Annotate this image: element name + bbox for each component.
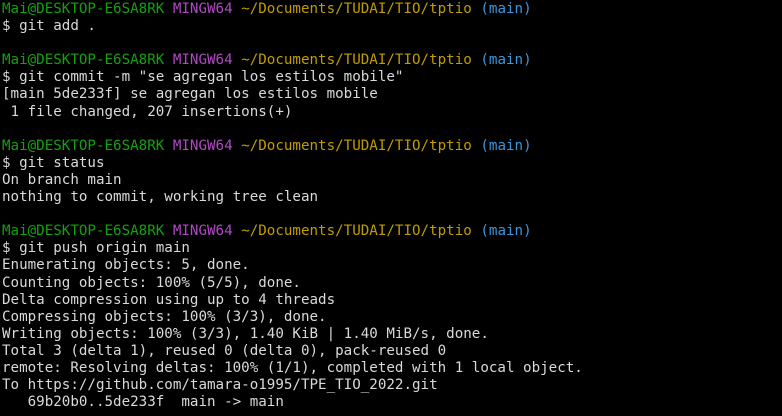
output-line: Counting objects: 100% (5/5), done. [2,274,301,291]
command-block: Mai@DESKTOP-E6SA8RK MINGW64 ~/Documents/… [2,138,782,223]
command-block: Mai@DESKTOP-E6SA8RK MINGW64 ~/Documents/… [2,52,782,137]
prompt-sign: $ [2,240,11,257]
prompt-branch: (main) [480,137,532,154]
prompt-path: ~/Documents/TUDAI/TIO/tptio [241,137,472,154]
command-line: $ git push origin main [2,240,782,257]
output-line: Total 3 (delta 1), reused 0 (delta 0), p… [2,342,447,359]
output-line: remote: Resolving deltas: 100% (1/1), co… [2,359,583,376]
prompt-path: ~/Documents/TUDAI/TIO/tptio [241,52,472,69]
command-text: git add . [19,18,96,35]
prompt-user-host: Mai@DESKTOP-E6SA8RK [2,52,165,69]
output-line: 1 file changed, 207 insertions(+) [2,103,293,120]
output-line: Enumerating objects: 5, done. [2,257,250,274]
command-text: git commit -m "se agregan los estilos mo… [19,69,404,86]
prompt-sign: $ [2,69,11,86]
prompt-user-host: Mai@DESKTOP-E6SA8RK [2,137,165,154]
prompt-user-host: Mai@DESKTOP-E6SA8RK [2,1,165,17]
command-text: git status [19,154,105,171]
output-line: 69b20b0..5de233f main -> main [2,394,284,411]
command-line: $ git status [2,155,782,172]
prompt-system: MINGW64 [172,137,233,154]
output-line: Writing objects: 100% (3/3), 1.40 KiB | … [2,325,489,342]
command-block: Mai@DESKTOP-E6SA8RK MINGW64 ~/Documents/… [2,223,782,411]
prompt-line: Mai@DESKTOP-E6SA8RK MINGW64 ~/Documents/… [2,223,782,240]
output-line: Compressing objects: 100% (3/3), done. [2,308,327,325]
output-line: [main 5de233f] se agregan los estilos mo… [2,86,378,103]
prompt-system: MINGW64 [172,1,233,17]
command-line: $ git add . [2,18,782,35]
terminal-window[interactable]: Mai@DESKTOP-E6SA8RK MINGW64 ~/Documents/… [0,0,782,416]
command-text: git push origin main [19,240,190,257]
prompt-system: MINGW64 [172,52,233,69]
prompt-path: ~/Documents/TUDAI/TIO/tptio [241,223,472,240]
prompt-sign: $ [2,154,11,171]
prompt-branch: (main) [480,52,532,69]
prompt-user-host: Mai@DESKTOP-E6SA8RK [2,223,165,240]
output-line: Delta compression using up to 4 threads [2,291,336,308]
prompt-branch: (main) [480,223,532,240]
command-line: $ git commit -m "se agregan los estilos … [2,69,782,86]
prompt-path: ~/Documents/TUDAI/TIO/tptio [241,1,472,17]
output-line: On branch main [2,171,122,188]
command-block: Mai@DESKTOP-E6SA8RK MINGW64 ~/Documents/… [2,1,782,52]
output-line: nothing to commit, working tree clean [2,189,319,206]
output-line: To https://github.com/tamara-o1995/TPE_T… [2,377,438,394]
prompt-sign: $ [2,18,11,35]
prompt-line: Mai@DESKTOP-E6SA8RK MINGW64 ~/Documents/… [2,52,782,69]
prompt-system: MINGW64 [172,223,233,240]
prompt-line: Mai@DESKTOP-E6SA8RK MINGW64 ~/Documents/… [2,1,782,18]
prompt-line: Mai@DESKTOP-E6SA8RK MINGW64 ~/Documents/… [2,138,782,155]
prompt-branch: (main) [480,1,532,17]
